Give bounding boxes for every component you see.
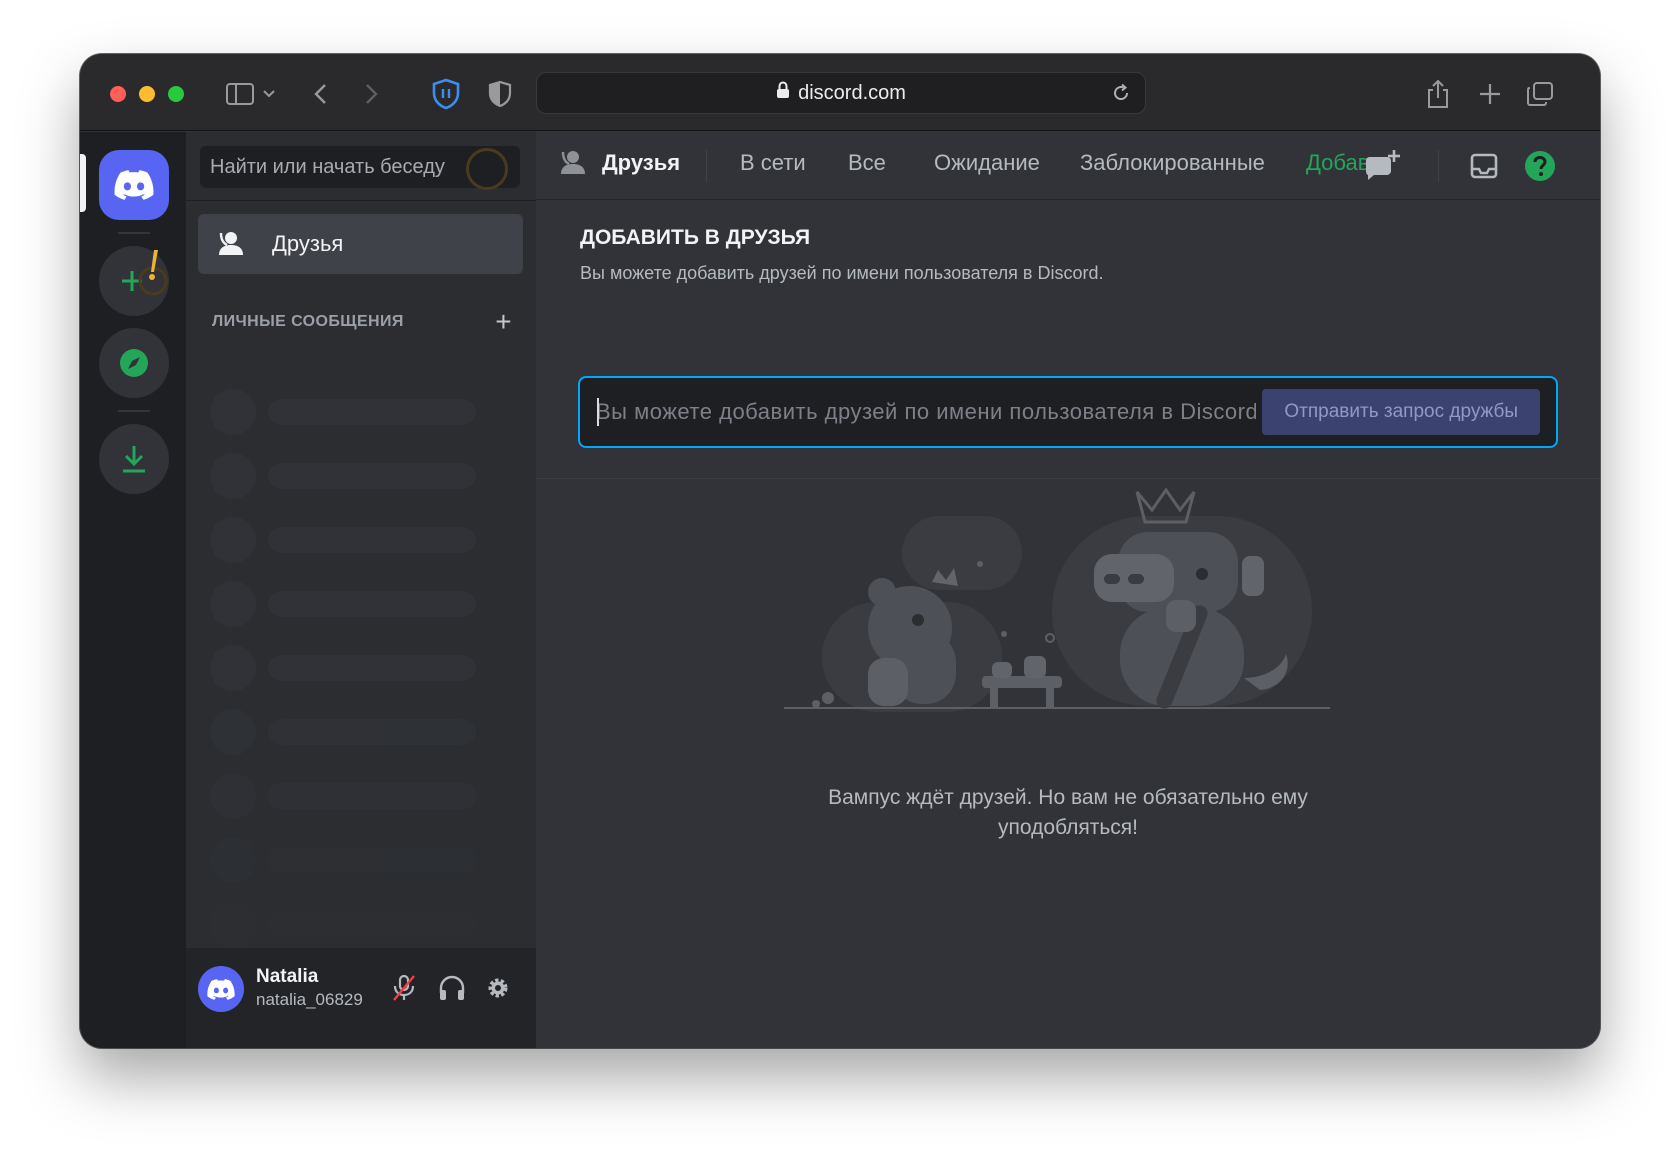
minimize-window-button[interactable]	[139, 86, 155, 102]
user-settings-button[interactable]	[480, 970, 516, 1006]
user-panel: Natalia natalia_06829	[186, 948, 536, 1048]
forward-icon[interactable]	[356, 74, 386, 114]
text-caret	[597, 398, 599, 426]
dm-placeholder-row	[210, 581, 476, 627]
tab-friends: Друзья	[560, 150, 680, 176]
dm-placeholder-row	[210, 709, 476, 755]
password-extension-icon[interactable]	[428, 74, 464, 114]
header-divider	[1438, 150, 1439, 182]
dm-placeholder-row	[210, 837, 476, 883]
username: Natalia	[256, 966, 319, 987]
rail-divider	[118, 232, 150, 234]
sidebar-toggle-icon[interactable]	[222, 74, 282, 114]
reload-icon[interactable]	[1111, 83, 1131, 109]
deafen-button[interactable]	[434, 970, 470, 1006]
add-friend-form: Отправить запрос дружбы	[578, 376, 1558, 448]
tab-pending[interactable]: Ожидание	[934, 150, 1040, 176]
sidebar-item-label: Друзья	[272, 231, 344, 256]
new-group-dm-icon	[1366, 150, 1400, 180]
mute-mic-button[interactable]	[386, 970, 422, 1006]
tab-blocked[interactable]: Заблокированные	[1080, 150, 1265, 176]
send-friend-request-button[interactable]: Отправить запрос дружбы	[1262, 389, 1540, 435]
empty-state-line-2: уподобляться!	[998, 816, 1138, 839]
privacy-shield-icon[interactable]	[484, 74, 516, 114]
add-server-button[interactable]	[99, 246, 169, 316]
main-panel: Друзья В сети Все Ожидание Заблокированн…	[536, 132, 1600, 1048]
compass-icon	[120, 349, 148, 377]
browser-toolbar: discord.com	[80, 54, 1600, 131]
tab-online[interactable]: В сети	[740, 150, 806, 176]
header-divider	[706, 150, 707, 182]
help-icon	[1525, 151, 1555, 181]
new-tab-icon[interactable]	[1474, 74, 1506, 114]
empty-state-line-1: Вампус ждёт друзей. Но вам не обязательн…	[828, 786, 1308, 809]
tab-friends-label: Друзья	[602, 150, 681, 175]
add-friend-title: ДОБАВИТЬ В ДРУЗЬЯ	[580, 226, 811, 249]
dm-section-header: ЛИЧНЫЕ СООБЩЕНИЯ +	[212, 308, 512, 336]
url-text: discord.com	[798, 81, 906, 104]
muted-mic-icon	[393, 974, 415, 1001]
user-handle: natalia_06829	[256, 990, 363, 1009]
gear-icon	[488, 978, 508, 998]
selected-indicator	[80, 154, 86, 212]
divider	[186, 200, 536, 201]
friends-icon	[219, 232, 243, 255]
inbox-button[interactable]	[1464, 146, 1504, 186]
inbox-icon	[1470, 153, 1498, 179]
dm-placeholder-row	[210, 389, 476, 435]
share-icon[interactable]	[1422, 74, 1454, 114]
dm-placeholder-row	[210, 773, 476, 819]
add-friend-description: Вы можете добавить друзей по имени польз…	[580, 263, 1104, 283]
search-placeholder: Найти или начать беседу	[210, 155, 445, 178]
address-bar[interactable]: discord.com	[536, 72, 1146, 114]
sidebar-item-friends[interactable]: Друзья	[198, 214, 523, 274]
username-input[interactable]	[596, 378, 1256, 446]
avatar[interactable]	[198, 966, 244, 1012]
lock-icon	[776, 81, 790, 105]
tab-add-friend[interactable]: Добавить в друзья	[1306, 150, 1368, 176]
dm-placeholder-row	[210, 453, 476, 499]
create-dm-button[interactable]: +	[495, 308, 512, 336]
search-input[interactable]: Найти или начать беседу	[200, 146, 520, 190]
explore-servers-button[interactable]	[99, 328, 169, 398]
dm-placeholder-row	[210, 645, 476, 691]
new-group-dm-button[interactable]	[1362, 146, 1402, 186]
discord-home-button[interactable]	[99, 150, 169, 220]
dm-placeholder-row	[210, 517, 476, 563]
discord-logo-icon	[114, 170, 154, 200]
divider	[536, 478, 1600, 479]
back-icon[interactable]	[306, 74, 336, 114]
dm-section-title: ЛИЧНЫЕ СООБЩЕНИЯ	[212, 313, 404, 330]
help-button[interactable]	[1520, 146, 1560, 186]
dm-sidebar: Найти или начать беседу Друзья ЛИЧНЫЕ СО…	[186, 132, 536, 1048]
empty-state-text: Вампус ждёт друзей. Но вам не обязательн…	[748, 783, 1388, 843]
friends-icon	[561, 151, 585, 174]
rail-divider	[118, 410, 150, 412]
loading-ring-icon	[466, 148, 508, 190]
dm-placeholder-row	[210, 901, 476, 947]
add-server-icon	[122, 250, 168, 296]
friends-header: Друзья В сети Все Ожидание Заблокированн…	[536, 132, 1600, 200]
tab-overview-icon[interactable]	[1524, 74, 1556, 114]
browser-window: discord.com Найти или начать беседу Друз…	[80, 54, 1600, 1048]
discord-logo-icon	[207, 978, 235, 1000]
headphones-icon	[439, 975, 465, 1000]
tab-all[interactable]: Все	[848, 150, 886, 176]
close-window-button[interactable]	[110, 86, 126, 102]
download-apps-button[interactable]	[99, 424, 169, 494]
wumpus-illustration	[784, 487, 1330, 712]
maximize-window-button[interactable]	[168, 86, 184, 102]
server-rail	[80, 132, 186, 1048]
download-icon	[123, 446, 145, 473]
